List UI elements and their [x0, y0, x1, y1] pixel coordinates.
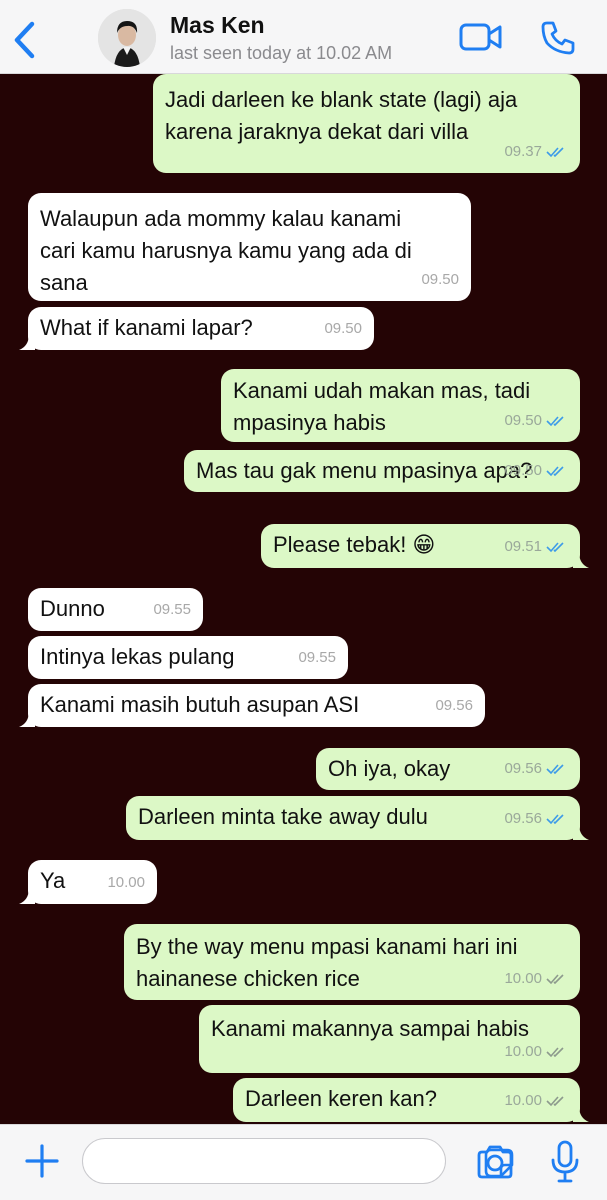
message-time: 09.50: [421, 271, 459, 288]
message-meta: 09.56: [504, 803, 568, 835]
message-bubble-outgoing[interactable]: Oh iya, okay 09.56: [316, 748, 580, 790]
message-meta: 10.00: [504, 963, 568, 995]
microphone-icon: [551, 1140, 579, 1183]
message-text: hainanese chicken rice: [136, 966, 360, 991]
message-time: 09.56: [504, 810, 542, 827]
message-meta: 10.00: [504, 1085, 568, 1117]
message-meta: 09.56: [504, 753, 568, 785]
contact-name[interactable]: Mas Ken: [170, 12, 265, 39]
message-text: Walaupun ada mommy kalau kanami: [40, 206, 402, 231]
chevron-left-icon: [14, 21, 35, 59]
voice-message-button[interactable]: [548, 1139, 582, 1185]
message-time: 09.55: [298, 649, 336, 666]
message-bubble-incoming[interactable]: Dunno 09.55: [28, 588, 203, 631]
bubble-tail: [19, 332, 35, 350]
message-meta: 09.50: [324, 313, 362, 345]
video-call-icon: [459, 23, 502, 51]
message-meta: 09.51: [504, 531, 568, 563]
message-text: Jadi darleen ke blank state (lagi) aja: [165, 87, 518, 112]
plus-icon: [25, 1144, 59, 1178]
message-meta: 09.37: [504, 136, 568, 168]
read-ticks-icon: [546, 814, 564, 825]
message-text: By the way menu mpasi kanami hari ini: [136, 934, 518, 959]
voice-call-button[interactable]: [538, 18, 578, 58]
contact-photo: [98, 9, 156, 67]
bubble-tail: [573, 822, 589, 840]
message-bubble-outgoing[interactable]: By the way menu mpasi kanami hari ini ha…: [124, 924, 580, 1000]
bubble-tail: [19, 709, 35, 727]
camera-button[interactable]: [474, 1143, 516, 1183]
camera-icon: [477, 1145, 513, 1179]
message-meta: 09.55: [153, 594, 191, 626]
last-seen-status: last seen today at 10.02 AM: [170, 43, 393, 63]
delivered-ticks-icon: [546, 1096, 564, 1107]
message-time: 09.37: [504, 143, 542, 160]
message-bubble-outgoing[interactable]: Please tebak! 😁 09.51: [261, 524, 589, 568]
message-time: 10.00: [107, 874, 145, 891]
back-button[interactable]: [10, 20, 40, 60]
message-meta: 09.50: [421, 264, 459, 296]
video-call-button[interactable]: [458, 20, 504, 54]
message-meta: 09.50: [504, 405, 568, 437]
avatar[interactable]: [98, 9, 156, 67]
message-meta: 09.56: [435, 690, 473, 722]
message-text: cari kamu harusnya kamu yang ada di: [40, 238, 412, 263]
bubble-tail: [573, 1104, 589, 1122]
message-list[interactable]: Jadi darleen ke blank state (lagi) aja k…: [0, 74, 607, 1124]
message-bubble-outgoing[interactable]: Kanami makannya sampai habis 10.00: [199, 1005, 580, 1073]
delivered-ticks-icon: [546, 1047, 564, 1058]
message-bubble-incoming[interactable]: Intinya lekas pulang 09.55: [28, 636, 348, 679]
message-input-field[interactable]: [82, 1138, 514, 1184]
chat-header: Mas Ken last seen today at 10.02 AM: [0, 0, 607, 74]
message-text: sana: [40, 270, 88, 295]
message-bubble-outgoing[interactable]: Darleen minta take away dulu 09.56: [126, 796, 589, 840]
message-bubble-outgoing[interactable]: Darleen keren kan? 10.00: [233, 1078, 589, 1122]
message-time: 09.50: [324, 320, 362, 337]
message-time: 09.56: [504, 760, 542, 777]
message-time: 09.56: [435, 697, 473, 714]
message-bubble-incoming[interactable]: Walaupun ada mommy kalau kanami cari kam…: [28, 193, 471, 301]
message-time: 09.50: [504, 462, 542, 479]
message-bubble-incoming[interactable]: Ya 10.00: [19, 860, 157, 904]
composer-bar: [0, 1124, 607, 1200]
message-meta: 09.55: [298, 642, 336, 674]
phone-icon: [541, 21, 575, 55]
attach-button[interactable]: [22, 1141, 62, 1181]
message-meta: 09.50: [504, 455, 568, 487]
message-meta: 10.00: [504, 1036, 568, 1068]
message-text: Intinya lekas pulang: [40, 644, 235, 669]
message-time: 10.00: [504, 970, 542, 987]
message-meta: 10.00: [107, 867, 145, 899]
message-text: What if kanami lapar?: [40, 315, 253, 340]
message-time: 10.00: [504, 1043, 542, 1060]
message-bubble-outgoing[interactable]: Mas tau gak menu mpasinya apa? 09.50: [184, 450, 580, 492]
read-ticks-icon: [546, 764, 564, 775]
message-time: 09.55: [153, 601, 191, 618]
delivered-ticks-icon: [546, 974, 564, 985]
message-input[interactable]: [99, 1139, 399, 1183]
read-ticks-icon: [546, 147, 564, 158]
message-text: Kanami masih butuh asupan ASI: [40, 692, 360, 717]
message-text: Kanami udah makan mas, tadi: [233, 378, 531, 403]
message-time: 10.00: [504, 1092, 542, 1109]
bubble-tail: [573, 550, 589, 568]
message-bubble-incoming[interactable]: Kanami masih butuh asupan ASI 09.56: [19, 684, 485, 727]
read-ticks-icon: [546, 466, 564, 477]
message-bubble-outgoing[interactable]: Jadi darleen ke blank state (lagi) aja k…: [153, 74, 580, 173]
bubble-tail: [19, 886, 35, 904]
read-ticks-icon: [546, 416, 564, 427]
message-bubble-incoming[interactable]: What if kanami lapar? 09.50: [19, 307, 374, 350]
read-ticks-icon: [546, 542, 564, 553]
message-time: 09.51: [504, 538, 542, 555]
message-bubble-outgoing[interactable]: Kanami udah makan mas, tadi mpasinya hab…: [221, 369, 580, 442]
message-time: 09.50: [504, 412, 542, 429]
